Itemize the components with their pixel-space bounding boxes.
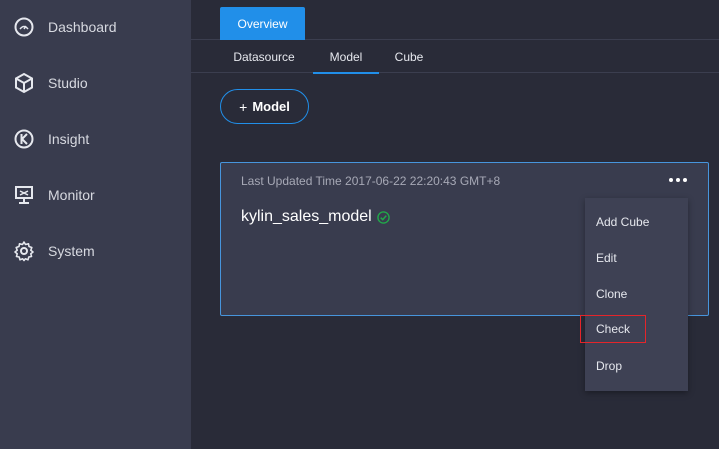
subtab-cube[interactable]: Cube bbox=[390, 41, 428, 73]
last-updated-time: Last Updated Time 2017-06-22 22:20:43 GM… bbox=[241, 174, 501, 188]
menu-item-clone[interactable]: Clone bbox=[585, 276, 688, 312]
subtab-model[interactable]: Model bbox=[313, 41, 379, 74]
monitor-icon bbox=[15, 186, 33, 204]
model-context-menu: Add Cube Edit Clone Check Drop bbox=[580, 198, 688, 391]
sidebar-item-label: Insight bbox=[48, 131, 90, 147]
subtab-datasource[interactable]: Datasource bbox=[228, 41, 300, 73]
gear-icon bbox=[14, 241, 34, 262]
menu-item-edit[interactable]: Edit bbox=[585, 240, 688, 276]
sidebar-item-label: Monitor bbox=[48, 187, 95, 203]
subtab-bar: Datasource Model Cube bbox=[191, 41, 719, 74]
model-name-text: kylin_sales_model bbox=[241, 208, 372, 225]
sidebar-item-system[interactable]: System bbox=[0, 231, 191, 271]
dashboard-gauge-icon bbox=[14, 17, 34, 37]
sidebar-item-insight[interactable]: Insight bbox=[0, 119, 191, 159]
model-name[interactable]: kylin_sales_model bbox=[241, 208, 390, 226]
tab-bar: Overview bbox=[191, 0, 719, 40]
menu-item-add-cube[interactable]: Add Cube bbox=[585, 204, 688, 240]
sidebar-item-label: Studio bbox=[48, 75, 88, 91]
sidebar-item-monitor[interactable]: Monitor bbox=[0, 175, 191, 215]
sidebar-item-studio[interactable]: Studio bbox=[0, 63, 191, 103]
menu-item-drop[interactable]: Drop bbox=[585, 348, 688, 384]
sidebar-item-label: Dashboard bbox=[48, 19, 117, 35]
add-model-label: Model bbox=[252, 99, 290, 114]
plus-icon: + bbox=[239, 98, 248, 115]
insight-k-icon bbox=[14, 129, 34, 149]
menu-item-check[interactable]: Check bbox=[580, 315, 646, 343]
sidebar-item-label: System bbox=[48, 243, 95, 259]
main-content: Overview Datasource Model Cube + Model L… bbox=[191, 0, 719, 449]
sidebar-item-dashboard[interactable]: Dashboard bbox=[0, 7, 191, 47]
more-options-icon[interactable] bbox=[669, 175, 687, 185]
tab-overview[interactable]: Overview bbox=[220, 7, 305, 40]
add-model-button[interactable]: + Model bbox=[220, 89, 309, 124]
sidebar: Dashboard Studio Insight Monitor System bbox=[0, 0, 191, 449]
check-circle-icon bbox=[376, 210, 390, 224]
cube-icon bbox=[15, 72, 33, 94]
